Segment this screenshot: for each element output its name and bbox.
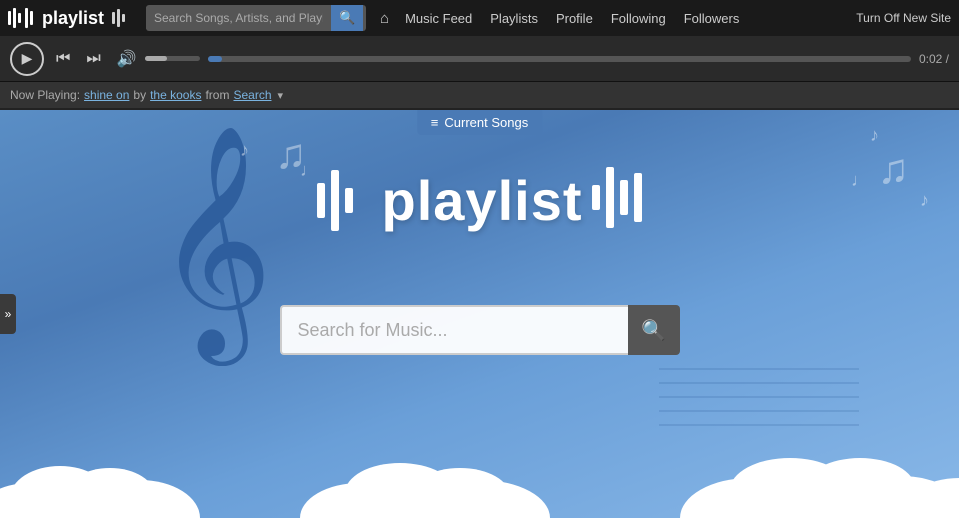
- previous-button[interactable]: ⏮: [52, 46, 74, 72]
- now-playing-bar: Now Playing: shine on by the kooks from …: [0, 82, 959, 110]
- now-playing-artist[interactable]: the kooks: [150, 88, 201, 102]
- treble-clef-decoration: 𝄞: [155, 140, 273, 340]
- progress-container: 0:02 /: [208, 52, 949, 66]
- current-songs-label: Current Songs: [444, 115, 528, 130]
- staff-lines-decoration: [659, 368, 859, 438]
- nav-following[interactable]: Following: [603, 7, 674, 30]
- center-search-input[interactable]: [280, 305, 628, 355]
- now-playing-by: by: [133, 88, 146, 102]
- play-button[interactable]: ▶: [10, 42, 44, 76]
- now-playing-from: from: [205, 88, 229, 102]
- center-logo-text: playlist: [382, 168, 583, 233]
- music-note-5: ♫: [878, 145, 910, 193]
- nav-followers[interactable]: Followers: [676, 7, 748, 30]
- nav-playlists[interactable]: Playlists: [482, 7, 546, 30]
- current-songs-button[interactable]: ≡ Current Songs: [417, 110, 542, 135]
- music-note-3: ♩: [300, 160, 318, 181]
- top-search-bar: 🔍: [146, 5, 366, 31]
- player-bar: ▶ ⏮ ⏭ 🔊 0:02 /: [0, 36, 959, 82]
- progress-bar[interactable]: [208, 56, 911, 62]
- time-display: 0:02 /: [919, 52, 949, 66]
- music-note-2: ♫: [275, 130, 307, 178]
- center-logo-right-icon: [592, 165, 642, 235]
- side-toggle-button[interactable]: »: [0, 294, 16, 334]
- logo-text: playlist: [42, 8, 104, 29]
- center-search-button[interactable]: 🔍: [628, 305, 680, 355]
- top-navigation: playlist 🔍 ⌂ Music Feed Playlists Profil…: [0, 0, 959, 36]
- music-note-1: ♪: [240, 140, 249, 161]
- dropdown-arrow-icon[interactable]: ▾: [278, 89, 284, 102]
- center-logo: playlist: [317, 165, 643, 235]
- main-content: ≡ Current Songs » 𝄞 ♪ ♫ ♩ ♪ ♫ ♩ ♪ playli…: [0, 110, 959, 518]
- top-search-button[interactable]: 🔍: [331, 5, 363, 31]
- volume-bar[interactable]: [145, 56, 200, 61]
- turn-off-link[interactable]: Turn Off New Site: [856, 11, 951, 25]
- home-icon[interactable]: ⌂: [374, 6, 395, 31]
- current-songs-icon: ≡: [431, 115, 439, 130]
- progress-fill: [208, 56, 222, 62]
- next-button[interactable]: ⏭: [82, 46, 104, 72]
- volume-fill: [145, 56, 167, 61]
- center-search-area: 🔍: [280, 305, 680, 355]
- music-note-7: ♪: [920, 190, 929, 211]
- nav-music-feed[interactable]: Music Feed: [397, 7, 480, 30]
- now-playing-song[interactable]: shine on: [84, 88, 129, 102]
- top-search-input[interactable]: [146, 7, 331, 29]
- center-search-icon: 🔍: [641, 318, 666, 343]
- logo-icon: [8, 7, 36, 29]
- now-playing-source[interactable]: Search: [233, 88, 271, 102]
- nav-links: ⌂ Music Feed Playlists Profile Following…: [374, 6, 848, 31]
- now-playing-label: Now Playing:: [10, 88, 80, 102]
- music-note-4: ♪: [870, 125, 879, 146]
- nav-profile[interactable]: Profile: [548, 7, 601, 30]
- clouds-decoration: [0, 438, 959, 518]
- music-note-6: ♩: [851, 170, 869, 191]
- logo-area: playlist: [8, 7, 138, 29]
- side-toggle-icon: »: [5, 307, 12, 321]
- volume-icon: 🔊: [117, 49, 137, 69]
- center-logo-icon: [317, 168, 372, 233]
